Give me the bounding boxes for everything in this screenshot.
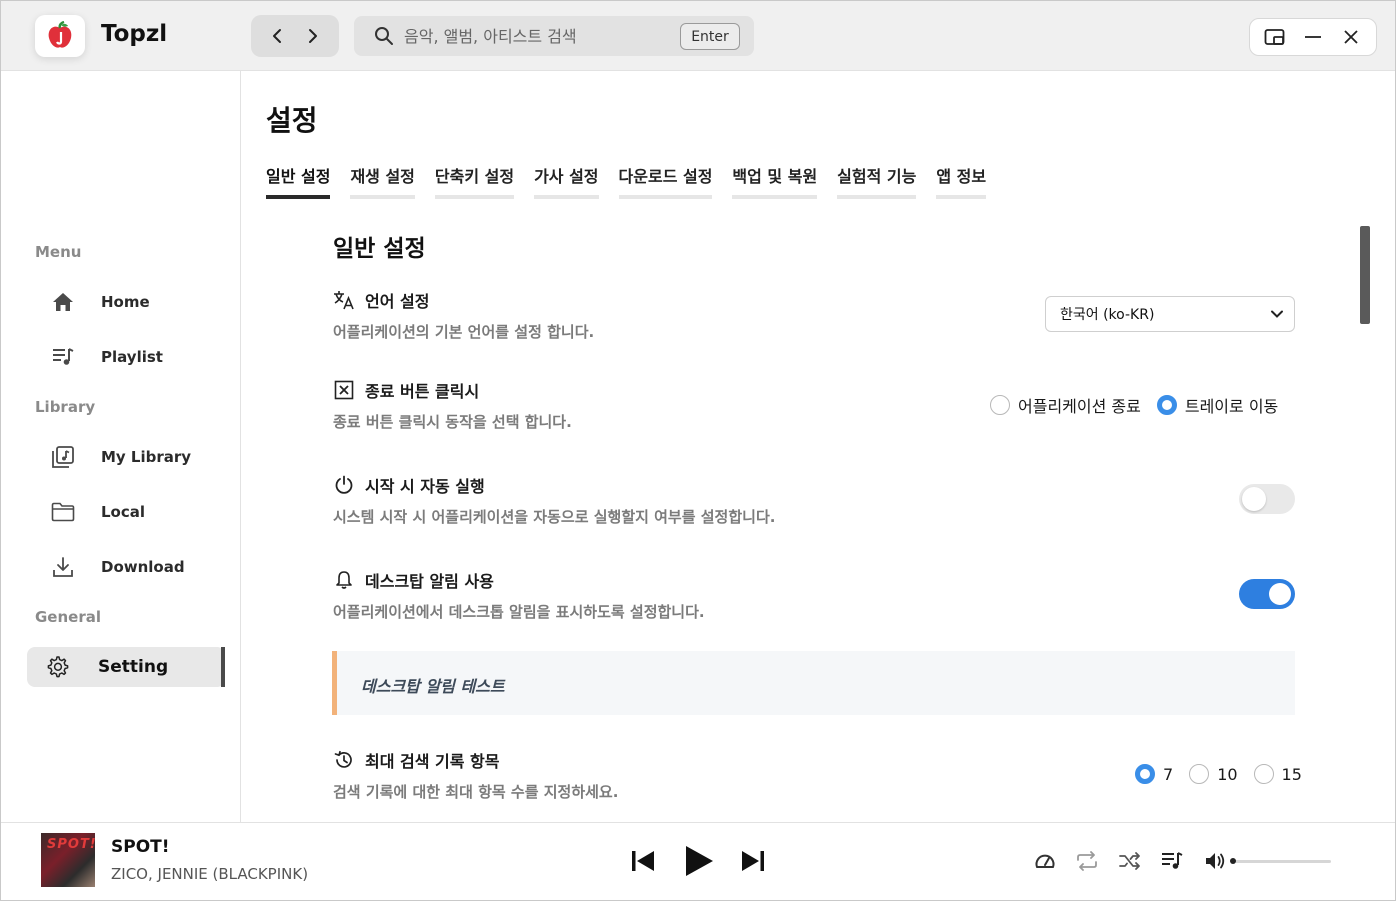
sidebar-item-my-library[interactable]: My Library bbox=[27, 437, 225, 477]
sidebar-item-label: Local bbox=[101, 503, 146, 521]
tab-backup[interactable]: 백업 및 복원 bbox=[732, 163, 818, 199]
app-logo bbox=[35, 15, 85, 57]
tab-playback[interactable]: 재생 설정 bbox=[350, 163, 415, 199]
album-cover[interactable]: SPOT! bbox=[41, 833, 95, 887]
sidebar-item-setting[interactable]: Setting bbox=[27, 647, 225, 687]
section-title: 일반 설정 bbox=[333, 236, 426, 262]
sidebar-item-label: Download bbox=[101, 558, 185, 576]
sidebar-item-download[interactable]: Download bbox=[27, 547, 225, 587]
settings-tabs: 일반 설정 재생 설정 단축키 설정 가사 설정 다운로드 설정 백업 및 복원… bbox=[266, 163, 987, 199]
setting-title: 종료 버튼 클릭시 bbox=[365, 382, 480, 401]
home-icon bbox=[51, 290, 75, 314]
radio-history-10[interactable] bbox=[1189, 764, 1210, 784]
gear-icon bbox=[45, 655, 69, 679]
sidebar-item-home[interactable]: Home bbox=[27, 282, 225, 322]
next-track-button[interactable] bbox=[739, 847, 767, 875]
queue-icon[interactable] bbox=[1160, 849, 1184, 873]
settings-page: 설정 일반 설정 재생 설정 단축키 설정 가사 설정 다운로드 설정 백업 및… bbox=[242, 71, 1395, 822]
close-box-icon bbox=[333, 379, 355, 401]
setting-title: 언어 설정 bbox=[365, 292, 430, 311]
radio-history-15[interactable] bbox=[1253, 764, 1274, 784]
language-select[interactable]: 한국어 (ko-KR) bbox=[1045, 296, 1295, 332]
previous-track-button[interactable] bbox=[629, 847, 657, 875]
radio-move-to-tray[interactable] bbox=[1156, 395, 1177, 415]
sidebar: Menu Home Playlist Library My Library Lo bbox=[1, 71, 241, 822]
app-title: Topzl bbox=[101, 21, 168, 47]
chevron-down-icon bbox=[1270, 307, 1284, 325]
tab-download[interactable]: 다운로드 설정 bbox=[618, 163, 713, 199]
scrollbar-thumb[interactable] bbox=[1360, 226, 1370, 324]
language-select-value: 한국어 (ko-KR) bbox=[1060, 307, 1155, 323]
sidebar-item-label: Home bbox=[101, 293, 150, 311]
library-icon bbox=[51, 445, 75, 469]
bell-icon bbox=[333, 569, 355, 591]
title-bar: Topzl Enter bbox=[1, 1, 1395, 71]
radio-quit-app[interactable] bbox=[990, 395, 1010, 415]
volume-slider-handle[interactable] bbox=[1230, 858, 1236, 864]
translate-icon bbox=[333, 289, 355, 311]
notification-test-label: 데스크탑 알림 테스트 bbox=[361, 677, 505, 696]
notification-test-button[interactable]: 데스크탑 알림 테스트 bbox=[332, 651, 1295, 715]
history-nav bbox=[251, 15, 339, 57]
sidebar-item-label: Playlist bbox=[101, 348, 163, 366]
volume-icon[interactable] bbox=[1204, 849, 1228, 873]
autostart-toggle[interactable] bbox=[1239, 484, 1295, 514]
track-artist[interactable]: ZICO, JENNIE (BLACKPINK) bbox=[111, 865, 308, 883]
sidebar-item-label: My Library bbox=[101, 448, 192, 466]
sidebar-item-local[interactable]: Local bbox=[27, 492, 225, 532]
track-title[interactable]: SPOT! bbox=[111, 837, 170, 857]
power-icon bbox=[333, 474, 355, 496]
setting-title: 최대 검색 기록 항목 bbox=[365, 752, 500, 771]
shuffle-icon[interactable] bbox=[1118, 849, 1142, 873]
radio-history-7[interactable] bbox=[1135, 764, 1155, 784]
close-button[interactable] bbox=[1335, 23, 1367, 51]
app-window: Topzl Enter bbox=[0, 0, 1396, 901]
back-button[interactable] bbox=[262, 21, 292, 51]
setting-title: 시작 시 자동 실행 bbox=[365, 477, 485, 496]
playlist-icon bbox=[51, 345, 75, 369]
setting-description: 어플리케이션의 기본 언어를 설정 합니다. bbox=[333, 323, 595, 341]
close-action-radio-group: 어플리케이션 종료 트레이로 이동 bbox=[990, 393, 1278, 417]
sidebar-item-playlist[interactable]: Playlist bbox=[27, 337, 225, 377]
search-input[interactable] bbox=[404, 24, 674, 48]
radio-label: 어플리케이션 종료 bbox=[1018, 397, 1141, 416]
setting-description: 검색 기록에 대한 최대 항목 수를 지정하세요. bbox=[333, 783, 619, 801]
enter-key-hint[interactable]: Enter bbox=[680, 23, 740, 50]
setting-description: 종료 버튼 클릭시 동작을 선택 합니다. bbox=[333, 413, 572, 431]
minimize-button[interactable] bbox=[1297, 23, 1329, 51]
volume-slider[interactable] bbox=[1233, 860, 1331, 863]
page-title: 설정 bbox=[266, 104, 318, 137]
album-cover-text: SPOT! bbox=[47, 837, 95, 852]
sidebar-section-library: Library bbox=[35, 398, 96, 416]
tab-experimental[interactable]: 실험적 기능 bbox=[837, 163, 917, 199]
radio-label: 트레이로 이동 bbox=[1184, 397, 1279, 416]
desktop-notification-toggle[interactable] bbox=[1239, 579, 1295, 609]
setting-title: 데스크탑 알림 사용 bbox=[365, 572, 494, 591]
window-controls bbox=[1249, 18, 1377, 56]
tab-shortcuts[interactable]: 단축키 설정 bbox=[434, 163, 515, 199]
play-button[interactable] bbox=[681, 843, 717, 879]
search-history-radio-group: 7 10 15 bbox=[1135, 764, 1302, 784]
radio-label: 15 bbox=[1281, 764, 1302, 784]
mini-player-button[interactable] bbox=[1259, 23, 1291, 51]
speed-icon[interactable] bbox=[1033, 849, 1057, 873]
forward-button[interactable] bbox=[298, 21, 328, 51]
repeat-icon[interactable] bbox=[1075, 849, 1099, 873]
setting-description: 어플리케이션에서 데스크톱 알림을 표시하도록 설정합니다. bbox=[333, 603, 705, 621]
history-icon bbox=[333, 749, 355, 771]
radio-label: 7 bbox=[1163, 764, 1174, 784]
sidebar-section-menu: Menu bbox=[35, 243, 82, 261]
player-bar: SPOT! SPOT! ZICO, JENNIE (BLACKPINK) bbox=[1, 822, 1395, 900]
sidebar-section-general: General bbox=[35, 608, 101, 626]
folder-icon bbox=[51, 500, 75, 524]
search-icon bbox=[374, 26, 394, 50]
download-icon bbox=[51, 555, 75, 579]
tab-lyrics[interactable]: 가사 설정 bbox=[534, 163, 599, 199]
setting-description: 시스템 시작 시 어플리케이션을 자동으로 실행할지 여부를 설정합니다. bbox=[333, 508, 776, 526]
radio-label: 10 bbox=[1217, 764, 1238, 784]
tab-general[interactable]: 일반 설정 bbox=[266, 163, 331, 199]
sidebar-item-label: Setting bbox=[98, 657, 169, 677]
tab-about[interactable]: 앱 정보 bbox=[936, 163, 987, 199]
